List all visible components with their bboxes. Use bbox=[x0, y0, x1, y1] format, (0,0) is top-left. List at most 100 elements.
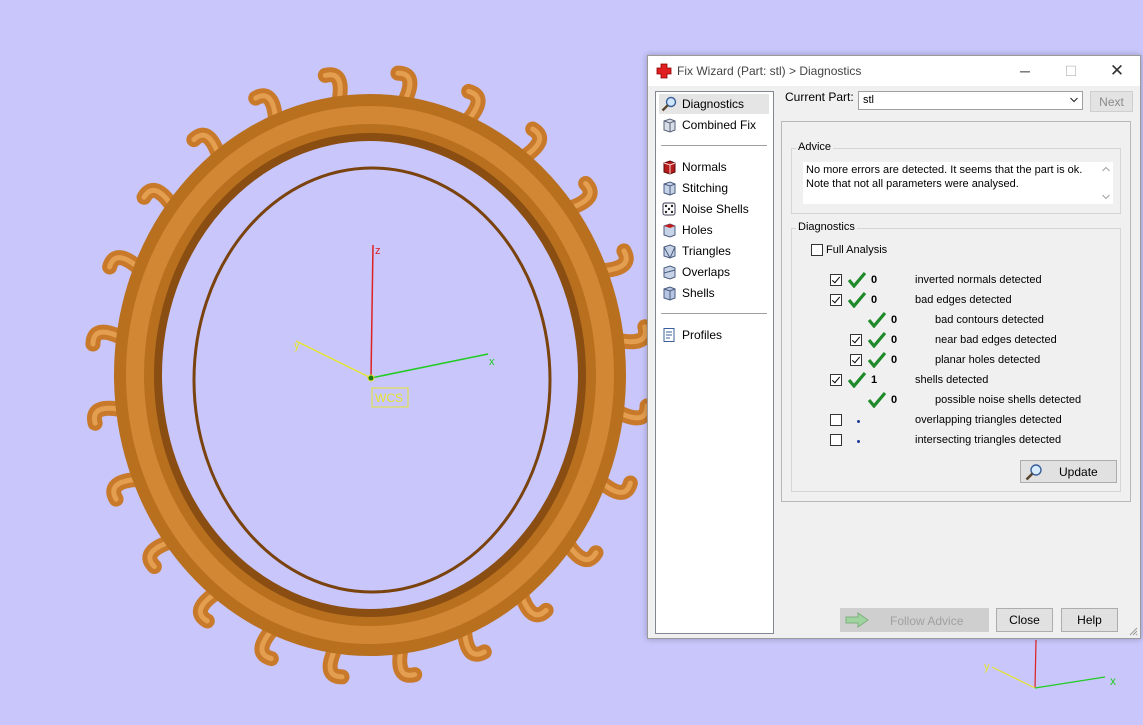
green-check-icon bbox=[848, 292, 866, 308]
diagnostics-group: Diagnostics Full Analysis 0 inverted nor… bbox=[791, 221, 1121, 492]
advice-text: No more errors are detected. It seems th… bbox=[803, 162, 1099, 204]
update-label: Update bbox=[1059, 465, 1098, 479]
bad-contours-count: 0 bbox=[891, 314, 898, 326]
nav-item-profiles[interactable]: Profiles bbox=[659, 325, 769, 345]
stitched-cube-icon bbox=[663, 181, 676, 196]
green-check-icon bbox=[868, 332, 886, 348]
red-cross-icon bbox=[656, 63, 672, 79]
overlapping-triangles-checkbox[interactable] bbox=[830, 414, 842, 426]
near-bad-edges-checkbox[interactable] bbox=[850, 334, 862, 346]
near-bad-edges-count: 0 bbox=[891, 334, 898, 346]
not-analysed-dot-icon bbox=[857, 440, 860, 443]
scroll-up-icon bbox=[1102, 166, 1110, 172]
green-check-icon bbox=[868, 312, 886, 328]
close-button[interactable]: Close bbox=[996, 608, 1053, 632]
follow-advice-button[interactable]: Follow Advice bbox=[840, 608, 989, 632]
triangle-cube-icon bbox=[663, 244, 676, 259]
help-button[interactable]: Help bbox=[1061, 608, 1118, 632]
nav-item-overlaps[interactable]: Overlaps bbox=[659, 262, 769, 282]
wcs-label: WCS bbox=[375, 391, 403, 405]
near-bad-edges-label: near bad edges detected bbox=[935, 334, 1057, 346]
profile-page-icon bbox=[663, 328, 675, 342]
fix-wizard-dialog: Fix Wizard (Part: stl) > Diagnostics ─ ☐… bbox=[647, 55, 1141, 639]
shells-count: 1 bbox=[871, 374, 878, 386]
maximize-button[interactable]: ☐ bbox=[1048, 56, 1094, 86]
bad-edges-label: bad edges detected bbox=[915, 294, 1012, 306]
nav-label: Noise Shells bbox=[682, 202, 749, 216]
nav-label: Diagnostics bbox=[682, 97, 745, 111]
noise-shells-count: 0 bbox=[891, 394, 898, 406]
holed-cube-icon bbox=[663, 223, 676, 238]
current-part-select[interactable]: stl bbox=[858, 91, 1083, 110]
nav-item-triangles[interactable]: Triangles bbox=[659, 241, 769, 261]
magnifier-icon bbox=[661, 96, 677, 112]
corner-axes-indicator: x y bbox=[984, 639, 1116, 689]
nav-item-stitching[interactable]: Stitching bbox=[659, 178, 769, 198]
nav-item-diagnostics[interactable]: Diagnostics bbox=[659, 94, 769, 114]
planar-holes-label: planar holes detected bbox=[935, 354, 1041, 366]
corner-x-label: x bbox=[1110, 674, 1116, 688]
nav-item-shells[interactable]: Shells bbox=[659, 283, 769, 303]
next-button[interactable]: Next bbox=[1090, 91, 1133, 112]
nav-item-noise-shells[interactable]: Noise Shells bbox=[659, 199, 769, 219]
planar-holes-count: 0 bbox=[891, 354, 898, 366]
current-part-label: Current Part: bbox=[785, 90, 854, 104]
advice-line-1: No more errors are detected. It seems th… bbox=[806, 164, 1083, 176]
chevron-down-icon bbox=[1070, 97, 1078, 103]
green-check-icon bbox=[848, 372, 866, 388]
green-check-icon bbox=[848, 272, 866, 288]
nav-label: Combined Fix bbox=[682, 118, 757, 132]
arrow-right-icon bbox=[845, 612, 869, 628]
nav-label: Normals bbox=[682, 160, 727, 174]
inverted-normals-count: 0 bbox=[871, 274, 878, 286]
dialog-title: Fix Wizard (Part: stl) > Diagnostics bbox=[677, 64, 862, 78]
shells-label: shells detected bbox=[915, 374, 989, 386]
follow-advice-label: Follow Advice bbox=[890, 614, 964, 628]
nav-label: Shells bbox=[682, 286, 715, 300]
overlap-cube-icon bbox=[663, 265, 676, 280]
title-bar[interactable]: Fix Wizard (Part: stl) > Diagnostics ─ ☐… bbox=[648, 56, 1140, 86]
full-analysis-checkbox[interactable] bbox=[811, 244, 823, 256]
dice-icon bbox=[662, 202, 676, 216]
green-check-icon bbox=[868, 392, 886, 408]
wizard-nav-list: Diagnostics Combined Fix Normals Stitchi… bbox=[655, 91, 774, 634]
nav-label: Profiles bbox=[682, 328, 723, 342]
intersecting-triangles-checkbox[interactable] bbox=[830, 434, 842, 446]
inverted-normals-label: inverted normals detected bbox=[915, 274, 1042, 286]
corner-y-label: y bbox=[984, 661, 990, 673]
bad-edges-count: 0 bbox=[871, 294, 878, 306]
nav-item-normals[interactable]: Normals bbox=[659, 157, 769, 177]
overlapping-triangles-label: overlapping triangles detected bbox=[915, 414, 1062, 426]
nav-label: Overlaps bbox=[682, 265, 731, 279]
shell-cube-icon bbox=[663, 286, 676, 301]
advice-line-2: Note that not all parameters were analys… bbox=[806, 178, 1019, 190]
not-analysed-dot-icon bbox=[857, 420, 860, 423]
shells-checkbox[interactable] bbox=[830, 374, 842, 386]
planar-holes-checkbox[interactable] bbox=[850, 354, 862, 366]
full-analysis-label: Full Analysis bbox=[826, 244, 888, 256]
advice-group: Advice No more errors are detected. It s… bbox=[791, 141, 1121, 214]
minimize-button[interactable]: ─ bbox=[1002, 56, 1048, 86]
cube-icon bbox=[663, 118, 676, 133]
x-axis-label: x bbox=[489, 356, 495, 368]
current-part-value: stl bbox=[863, 94, 874, 106]
bad-edges-checkbox[interactable] bbox=[830, 294, 842, 306]
inverted-normals-checkbox[interactable] bbox=[830, 274, 842, 286]
magnifier-icon bbox=[1025, 464, 1042, 481]
diagnostics-page: Advice No more errors are detected. It s… bbox=[781, 121, 1131, 502]
resize-grip-icon[interactable] bbox=[1128, 626, 1138, 636]
bad-contours-label: bad contours detected bbox=[935, 314, 1044, 326]
z-axis-label: z bbox=[375, 245, 381, 257]
update-button[interactable]: Update bbox=[1020, 460, 1117, 483]
scroll-down-icon bbox=[1102, 194, 1110, 200]
y-axis-label: y bbox=[294, 340, 300, 352]
red-cube-icon bbox=[663, 160, 676, 175]
nav-label: Stitching bbox=[682, 181, 729, 195]
close-window-button[interactable]: ✕ bbox=[1094, 56, 1140, 86]
diagnostics-title: Diagnostics bbox=[796, 221, 857, 233]
nav-item-holes[interactable]: Holes bbox=[659, 220, 769, 240]
nav-item-combined-fix[interactable]: Combined Fix bbox=[659, 115, 769, 135]
green-check-icon bbox=[868, 352, 886, 368]
advice-scrollbar[interactable] bbox=[1099, 162, 1113, 204]
nav-label: Holes bbox=[682, 223, 713, 237]
